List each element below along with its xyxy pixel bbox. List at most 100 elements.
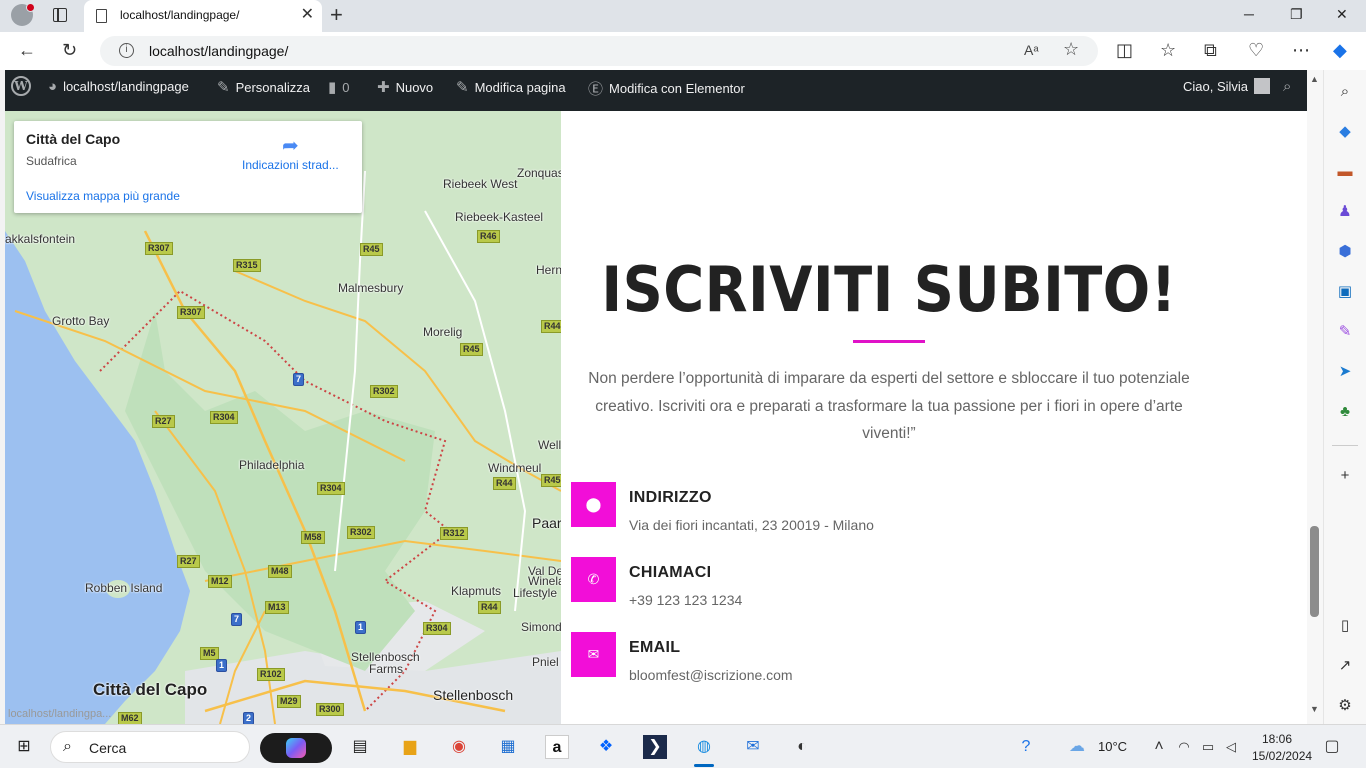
wordpress-logo-icon[interactable]: W — [11, 76, 31, 96]
split-screen-icon[interactable]: ◫ — [1116, 40, 1133, 60]
map-label: Windmeul — [488, 461, 542, 475]
taskbar-search[interactable]: ⌕ Cerca — [50, 731, 250, 763]
wp-account-menu[interactable]: Ciao, Silvia — [1183, 78, 1271, 94]
shopping-tag-icon[interactable]: ◆ — [1335, 122, 1355, 142]
wp-admin-bar: W ◕ localhost/landingpage ✎ Personalizza… — [5, 70, 1307, 103]
games-icon[interactable]: ♟ — [1335, 202, 1355, 222]
page-content: Zonquas Riebeek West Riebeek-Kasteel akk… — [5, 111, 1307, 724]
collections-icon[interactable]: ⧉ — [1204, 40, 1217, 60]
send-icon[interactable]: ➤ — [1335, 362, 1355, 382]
page-scrollbar[interactable]: ▲ ▼ — [1307, 70, 1323, 724]
browser-essentials-icon[interactable]: ♡ — [1248, 40, 1264, 60]
url-text[interactable]: localhost/landingpage/ — [149, 43, 288, 59]
wp-new-link[interactable]: ✚ Nuovo — [377, 78, 433, 96]
road-shield: R312 — [440, 527, 468, 540]
wp-customize-link[interactable]: ✎ Personalizza — [217, 78, 310, 96]
profile-avatar-icon[interactable] — [11, 3, 35, 26]
scroll-down-icon[interactable]: ▼ — [1310, 704, 1319, 714]
start-windows-icon[interactable]: ⊞ — [12, 735, 36, 759]
favorite-star-icon[interactable]: ☆ — [1063, 39, 1079, 60]
wp-site-link[interactable]: ◕ localhost/landingpage — [48, 78, 189, 95]
road-shield: M12 — [208, 575, 232, 588]
google-map[interactable]: Zonquas Riebeek West Riebeek-Kasteel akk… — [5, 111, 561, 724]
edge-browser-icon[interactable]: ◍ — [692, 735, 716, 759]
designer-icon[interactable]: ✎ — [1335, 322, 1355, 342]
close-tab-icon[interactable]: ✕ — [301, 6, 314, 24]
contact-value[interactable]: bloomfest@iscrizione.com — [629, 667, 793, 683]
file-explorer-icon[interactable]: ▆ — [398, 735, 422, 759]
weather-temperature[interactable]: 10°C — [1098, 739, 1127, 754]
directions-icon[interactable]: ➦ — [282, 133, 299, 158]
gear-icon[interactable]: ⚙ — [1335, 696, 1355, 716]
wifi-icon[interactable]: ◠ — [1172, 735, 1196, 759]
minimize-icon[interactable]: ─ — [1244, 6, 1254, 22]
wp-edit-elementor-link[interactable]: Ⓔ Modifica con Elementor — [588, 78, 745, 99]
site-info-icon[interactable]: i — [119, 43, 134, 58]
tree-icon[interactable]: ♣ — [1335, 402, 1355, 422]
clock-date[interactable]: 15/02/2024 — [1252, 749, 1312, 763]
road-shield: R304 — [210, 411, 238, 424]
wp-comments-count: 0 — [342, 79, 350, 95]
dropbox-icon[interactable]: ❖ — [594, 735, 618, 759]
chevron-up-icon[interactable]: ˄ — [1147, 735, 1171, 759]
tools-icon[interactable]: ▬ — [1335, 162, 1355, 182]
plus-icon: ✚ — [377, 79, 390, 96]
wp-edit-page-link[interactable]: ✎ Modifica pagina — [456, 78, 566, 96]
read-aloud-icon[interactable]: Aᵃ — [1024, 42, 1039, 58]
microsoft365-icon[interactable]: ⬢ — [1335, 242, 1355, 262]
notifications-icon[interactable]: ▢ — [1320, 735, 1344, 759]
external-link-icon[interactable]: ↗ — [1335, 656, 1355, 676]
wp-customize-label: Personalizza — [235, 79, 311, 95]
battery-icon[interactable]: ▭ — [1196, 735, 1220, 759]
search-icon[interactable]: ⌕ — [1335, 82, 1355, 102]
scroll-up-icon[interactable]: ▲ — [1310, 74, 1319, 84]
new-tab-button[interactable]: + — [330, 3, 343, 27]
favorites-icon[interactable]: ☆ — [1160, 40, 1176, 60]
more-menu-icon[interactable]: ⋯ — [1292, 40, 1310, 60]
road-shield: R45 — [460, 343, 483, 356]
map-label: Grotto Bay — [52, 314, 110, 328]
wp-search-icon[interactable]: ⌕ — [1283, 78, 1291, 95]
outlook-icon[interactable]: ▣ — [1335, 282, 1355, 302]
amazon-icon[interactable]: a — [545, 735, 569, 759]
browser-tab[interactable]: localhost/landingpage/ ✕ — [84, 0, 322, 32]
task-view-icon[interactable]: ▤ — [348, 735, 372, 759]
map-label: Paar — [532, 515, 561, 531]
sidebar-divider — [1332, 445, 1358, 446]
road-shield: R307 — [177, 306, 205, 319]
view-larger-map-link[interactable]: Visualizza mappa più grande — [26, 189, 180, 203]
map-label: Pniel — [532, 655, 559, 669]
map-place-card: Città del Capo Sudafrica ➦ Indicazioni s… — [14, 121, 362, 213]
github-icon[interactable]: ◐ — [790, 735, 814, 759]
directions-link[interactable]: Indicazioni strad... — [242, 158, 339, 172]
map-label: Riebeek West — [443, 177, 518, 191]
volume-icon[interactable]: ◁ — [1219, 735, 1243, 759]
elementor-icon: Ⓔ — [588, 81, 604, 98]
clock-time[interactable]: 18:06 — [1262, 732, 1292, 746]
map-label: Stellenbosch — [433, 687, 514, 703]
scrollbar-thumb[interactable] — [1310, 526, 1319, 617]
panel-icon[interactable]: ▯ — [1335, 616, 1355, 636]
mail-icon[interactable]: ✉ — [741, 735, 765, 759]
contact-value: Via dei fiori incantati, 23 20019 - Mila… — [629, 517, 874, 533]
help-icon[interactable]: ? — [1014, 735, 1038, 759]
maximize-icon[interactable]: ❐ — [1290, 6, 1303, 23]
copilot-button[interactable] — [260, 733, 332, 763]
address-bar[interactable]: i localhost/landingpage/ Aᵃ ☆ — [100, 36, 1098, 66]
weather-cloud-icon[interactable]: ☁ — [1065, 735, 1089, 759]
microsoft-store-icon[interactable]: ▦ — [496, 735, 520, 759]
wp-comments-link[interactable]: ▮ 0 — [328, 78, 350, 96]
map-label: Philadelphia — [239, 458, 305, 472]
refresh-icon[interactable]: ↻ — [62, 40, 77, 60]
back-icon[interactable]: ← — [18, 40, 36, 60]
tab-actions-icon[interactable] — [53, 8, 67, 22]
powershell-icon[interactable]: ❯ — [643, 735, 667, 759]
road-shield: R44 — [493, 477, 516, 490]
road-shield: M13 — [265, 601, 289, 614]
copilot-icon[interactable]: ◆ — [1333, 40, 1347, 60]
add-icon[interactable]: + — [1335, 466, 1355, 486]
close-window-icon[interactable]: ✕ — [1336, 6, 1348, 23]
road-shield: R304 — [317, 482, 345, 495]
chrome-icon[interactable]: ◉ — [447, 735, 471, 759]
contact-value[interactable]: +39 123 123 1234 — [629, 592, 742, 608]
